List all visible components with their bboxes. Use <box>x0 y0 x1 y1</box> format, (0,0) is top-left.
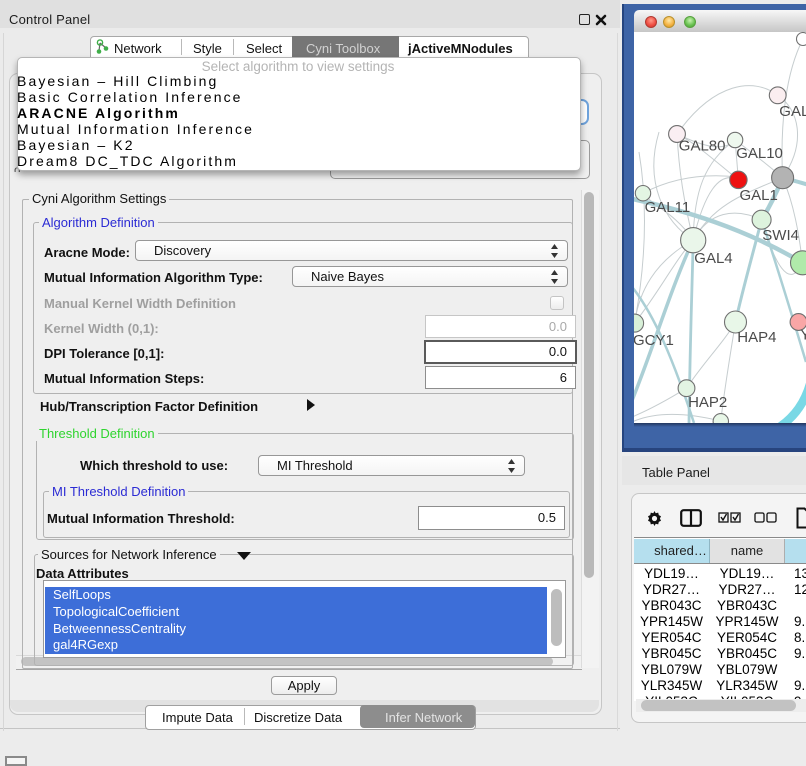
svg-text:GAL80: GAL80 <box>679 137 726 154</box>
svg-text:GAL4: GAL4 <box>694 250 732 267</box>
svg-text:GAL11: GAL11 <box>645 199 691 216</box>
svg-text:GCY1: GCY1 <box>634 332 674 349</box>
svg-text:GAL1: GAL1 <box>740 187 778 204</box>
svg-text:Y: Y <box>800 327 806 344</box>
svg-text:GAL: GAL <box>779 103 806 120</box>
svg-text:GAL10: GAL10 <box>736 145 783 162</box>
svg-text:HAP4: HAP4 <box>737 329 776 346</box>
svg-text:HAP2: HAP2 <box>688 394 727 411</box>
svg-text:SWI4: SWI4 <box>762 227 799 244</box>
